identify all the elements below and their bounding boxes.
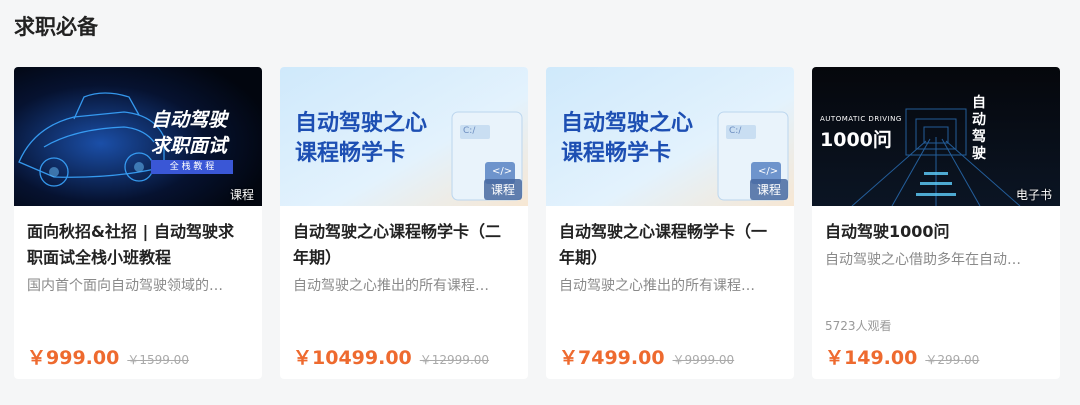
type-tag: 课程 <box>229 188 254 202</box>
section-title: 求职必备 <box>14 15 98 39</box>
original-price: ￥9999.00 <box>672 353 735 367</box>
original-price: ￥1599.00 <box>127 353 189 367</box>
original-price: ￥12999.00 <box>419 353 490 367</box>
price: ￥7499.00 <box>559 347 665 369</box>
thumb-headline-2: 自动驾驶 <box>972 95 986 162</box>
course-card[interactable]: 自动驾驶之心 课程畅学卡 C:/ </> 课程 自动驾驶之心课程畅学卡（二年期）… <box>280 67 528 379</box>
card-description: 自动驾驶之心推出的所有课程… <box>559 278 755 294</box>
thumb-path-text: C:/ <box>729 126 742 136</box>
course-thumbnail[interactable]: 自动驾驶之心 课程畅学卡 C:/ </> 课程 <box>546 67 794 206</box>
price-row: ￥149.00 ￥299.00 <box>825 343 979 370</box>
price: ￥999.00 <box>27 347 120 369</box>
view-count: 5723人观看 <box>825 319 892 333</box>
course-card[interactable]: 自动驾驶之心 课程畅学卡 C:/ </> 课程 自动驾驶之心课程畅学卡（一年期）… <box>546 67 794 379</box>
ebook-thumbnail[interactable]: AUTOMATIC DRIVING 1000问 自动驾驶 电子书 <box>812 67 1060 206</box>
thumb-subtitle: AUTOMATIC DRIVING <box>820 115 902 123</box>
thumb-banner: 全 栈 教 程 <box>151 160 233 174</box>
ebook-card[interactable]: AUTOMATIC DRIVING 1000问 自动驾驶 电子书 自动驾驶100… <box>812 67 1060 379</box>
course-thumbnail[interactable]: 自动驾驶 求职面试 全 栈 教 程 课程 <box>14 67 262 206</box>
price-row: ￥999.00 ￥1599.00 <box>27 343 189 370</box>
code-icon: </> <box>758 166 779 177</box>
price: ￥10499.00 <box>293 347 412 369</box>
course-card[interactable]: 自动驾驶 求职面试 全 栈 教 程 课程 面向秋招&社招 | 自动驾驶求职面试全… <box>14 67 262 379</box>
thumb-headline-1: 自动驾驶之心 <box>295 111 428 136</box>
price-row: ￥10499.00 ￥12999.00 <box>293 343 489 370</box>
type-tag: 电子书 <box>1015 188 1052 202</box>
price-row: ￥7499.00 ￥9999.00 <box>559 343 734 370</box>
code-icon: </> <box>492 166 513 177</box>
card-title[interactable]: 面向秋招&社招 | 自动驾驶求职面试全栈小班教程 <box>27 219 249 271</box>
price: ￥149.00 <box>825 347 918 369</box>
thumb-headline-2: 求职面试 <box>151 135 228 157</box>
card-description: 国内首个面向自动驾驶领域的… <box>27 278 223 294</box>
card-description: 自动驾驶之心借助多年在自动… <box>825 252 1021 268</box>
type-tag: 课程 <box>749 179 788 200</box>
card-title[interactable]: 自动驾驶之心课程畅学卡（二年期） <box>293 219 515 271</box>
thumb-path-text: C:/ <box>463 126 476 136</box>
card-description: 自动驾驶之心推出的所有课程… <box>293 278 489 294</box>
type-tag: 课程 <box>483 179 522 200</box>
course-thumbnail[interactable]: 自动驾驶之心 课程畅学卡 C:/ </> 课程 <box>280 67 528 206</box>
original-price: ￥299.00 <box>925 353 980 367</box>
course-card-list: 自动驾驶 求职面试 全 栈 教 程 课程 面向秋招&社招 | 自动驾驶求职面试全… <box>14 67 1060 379</box>
thumb-headline-2: 课程畅学卡 <box>295 141 406 166</box>
card-title[interactable]: 自动驾驶之心课程畅学卡（一年期） <box>559 219 781 271</box>
thumb-headline-1: 自动驾驶 <box>151 109 228 131</box>
thumb-headline-2: 课程畅学卡 <box>561 141 672 166</box>
thumb-headline-1: 自动驾驶之心 <box>561 111 694 136</box>
card-title[interactable]: 自动驾驶1000问 <box>825 219 1047 245</box>
thumb-headline-1: 1000问 <box>820 129 892 151</box>
